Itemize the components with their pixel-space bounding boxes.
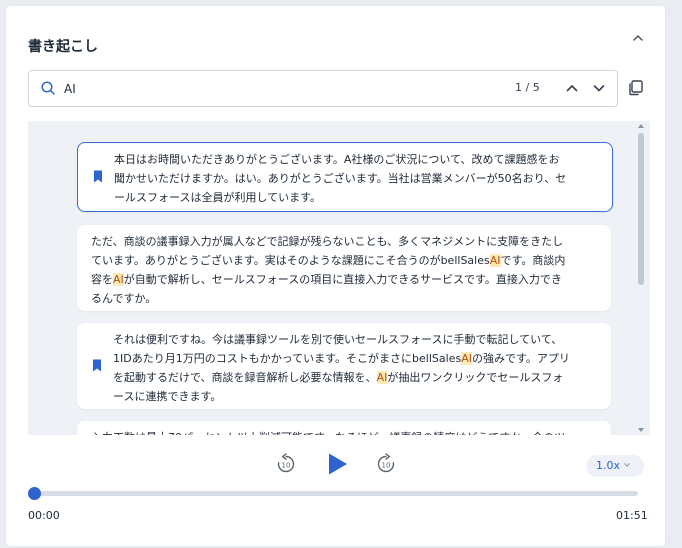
previous-match-chevron-up-icon[interactable]: [564, 80, 580, 96]
transcript-segment: 本日はお時間いただきありがとうございます。A社様のご状況について、改めて課題感を: [114, 153, 549, 166]
transcript-text: 入力工数は最大70パーセント以上削減可能です。なるほど。議事録の精度はどうですか…: [91, 428, 597, 435]
bookmark-icon[interactable]: [93, 170, 103, 183]
search-icon: [41, 81, 55, 95]
transcript-segment: ースに連携できます。: [113, 390, 222, 403]
transcript-scroll-area[interactable]: 本日はお時間いただきありがとうございます。A社様のご状況について、改めて課題感を…: [28, 121, 650, 435]
transcript-segment: が自動で解析し、セールスフォースの項目に直接入力できるサービスです。直接入力でき: [123, 273, 562, 286]
scroll-down-arrow-icon[interactable]: [638, 428, 644, 432]
transcript-segment: を起動するだけで、商談を録音解析し必要な情報を、: [113, 371, 377, 384]
panel-title: 書き起こし: [28, 39, 98, 55]
transcript-segment: ールスフォースは全員が利用しています。: [114, 191, 322, 204]
transcript-text: それは便利ですね。今は議事録ツールを別で使いセールスフォースに手動で転記していて…: [113, 330, 597, 406]
bookmark-icon[interactable]: [92, 359, 102, 372]
transcript-entry[interactable]: ただ、商談の議事録入力が属人などで記録が残らないことも、多くマネジメントに支障を…: [77, 225, 611, 311]
transcript-segment: が抽出ワンクリックでセールスフォ: [387, 371, 564, 384]
transcript-text: 本日はお時間いただきありがとうございます。A社様のご状況について、改めて課題感を…: [114, 150, 598, 207]
rewind-10-icon[interactable]: 10: [275, 453, 297, 475]
transcription-panel: 書き起こし 1 / 5 本日はお時間いただきありがとうございます。A社様のご状況…: [6, 6, 665, 546]
search-match-highlight: AI: [489, 254, 501, 267]
playback-speed-label: 1.0x: [596, 459, 621, 472]
chevron-down-icon: [624, 463, 630, 467]
transcript-segment: です。商談内: [500, 254, 566, 267]
search-match-highlight: AI: [376, 371, 388, 384]
copy-icon[interactable]: [627, 79, 644, 96]
transcript-text: ただ、商談の議事録入力が属人などで記録が残らないことも、多くマネジメントに支障を…: [91, 232, 597, 308]
search-match-highlight: AI: [461, 352, 472, 365]
duration: 01:51: [616, 509, 648, 522]
transcript-segment: の強みです。アプリ: [471, 352, 570, 365]
transcript-segment: 容を: [91, 273, 113, 286]
transcript-entry[interactable]: それは便利ですね。今は議事録ツールを別で使いセールスフォースに手動で転記していて…: [77, 323, 611, 409]
search-box[interactable]: 1 / 5: [28, 70, 618, 107]
transcript-segment: るんですか。: [91, 292, 157, 305]
scrollbar-thumb[interactable]: [638, 133, 644, 285]
search-match-highlight: AI: [113, 273, 124, 286]
forward-10-icon[interactable]: 10: [375, 453, 397, 475]
next-match-chevron-down-icon[interactable]: [591, 80, 607, 96]
scrollbar[interactable]: [635, 121, 647, 435]
progress-knob[interactable]: [28, 487, 41, 500]
scroll-up-arrow-icon[interactable]: [638, 124, 644, 128]
search-input[interactable]: [62, 78, 486, 100]
playback-speed-button[interactable]: 1.0x: [586, 455, 644, 477]
transcript-segment: お: [548, 153, 560, 166]
svg-text:10: 10: [382, 462, 391, 470]
transcript-segment: 入力工数は最大70パーセント以上削減可能です。なるほど。議事録の精度はどうですか…: [91, 431, 565, 435]
match-count: 1 / 5: [515, 81, 540, 94]
transcript-segment: 聞かせいただけますか。はい。ありがとうございます。当社は営業メンバーが50名おり…: [114, 172, 567, 185]
transcript-segment: ただ、商談の議事録入力が属人などで記録が残らないことも、多くマネジメントに支障を…: [91, 235, 564, 248]
svg-text:10: 10: [282, 462, 291, 470]
progress-track[interactable]: [34, 491, 638, 496]
transcript-segment: 1IDあたり月1万円のコストもかかっています。そこがまさにbellSales: [113, 352, 462, 365]
play-icon[interactable]: [324, 451, 350, 477]
collapse-chevron-up-icon[interactable]: [630, 30, 646, 46]
transcript-segment: ています。ありがとうございます。実はそのような課題にこそ合うのがbellSale…: [91, 254, 490, 267]
transcript-entry[interactable]: 本日はお時間いただきありがとうございます。A社様のご状況について、改めて課題感を…: [77, 142, 613, 212]
current-time: 00:00: [28, 509, 60, 522]
transcript-segment: それは便利ですね。今は議事録ツールを別で使いセールスフォースに手動で転記していて…: [113, 333, 563, 346]
transcript-entry[interactable]: 入力工数は最大70パーセント以上削減可能です。なるほど。議事録の精度はどうですか…: [77, 421, 611, 435]
